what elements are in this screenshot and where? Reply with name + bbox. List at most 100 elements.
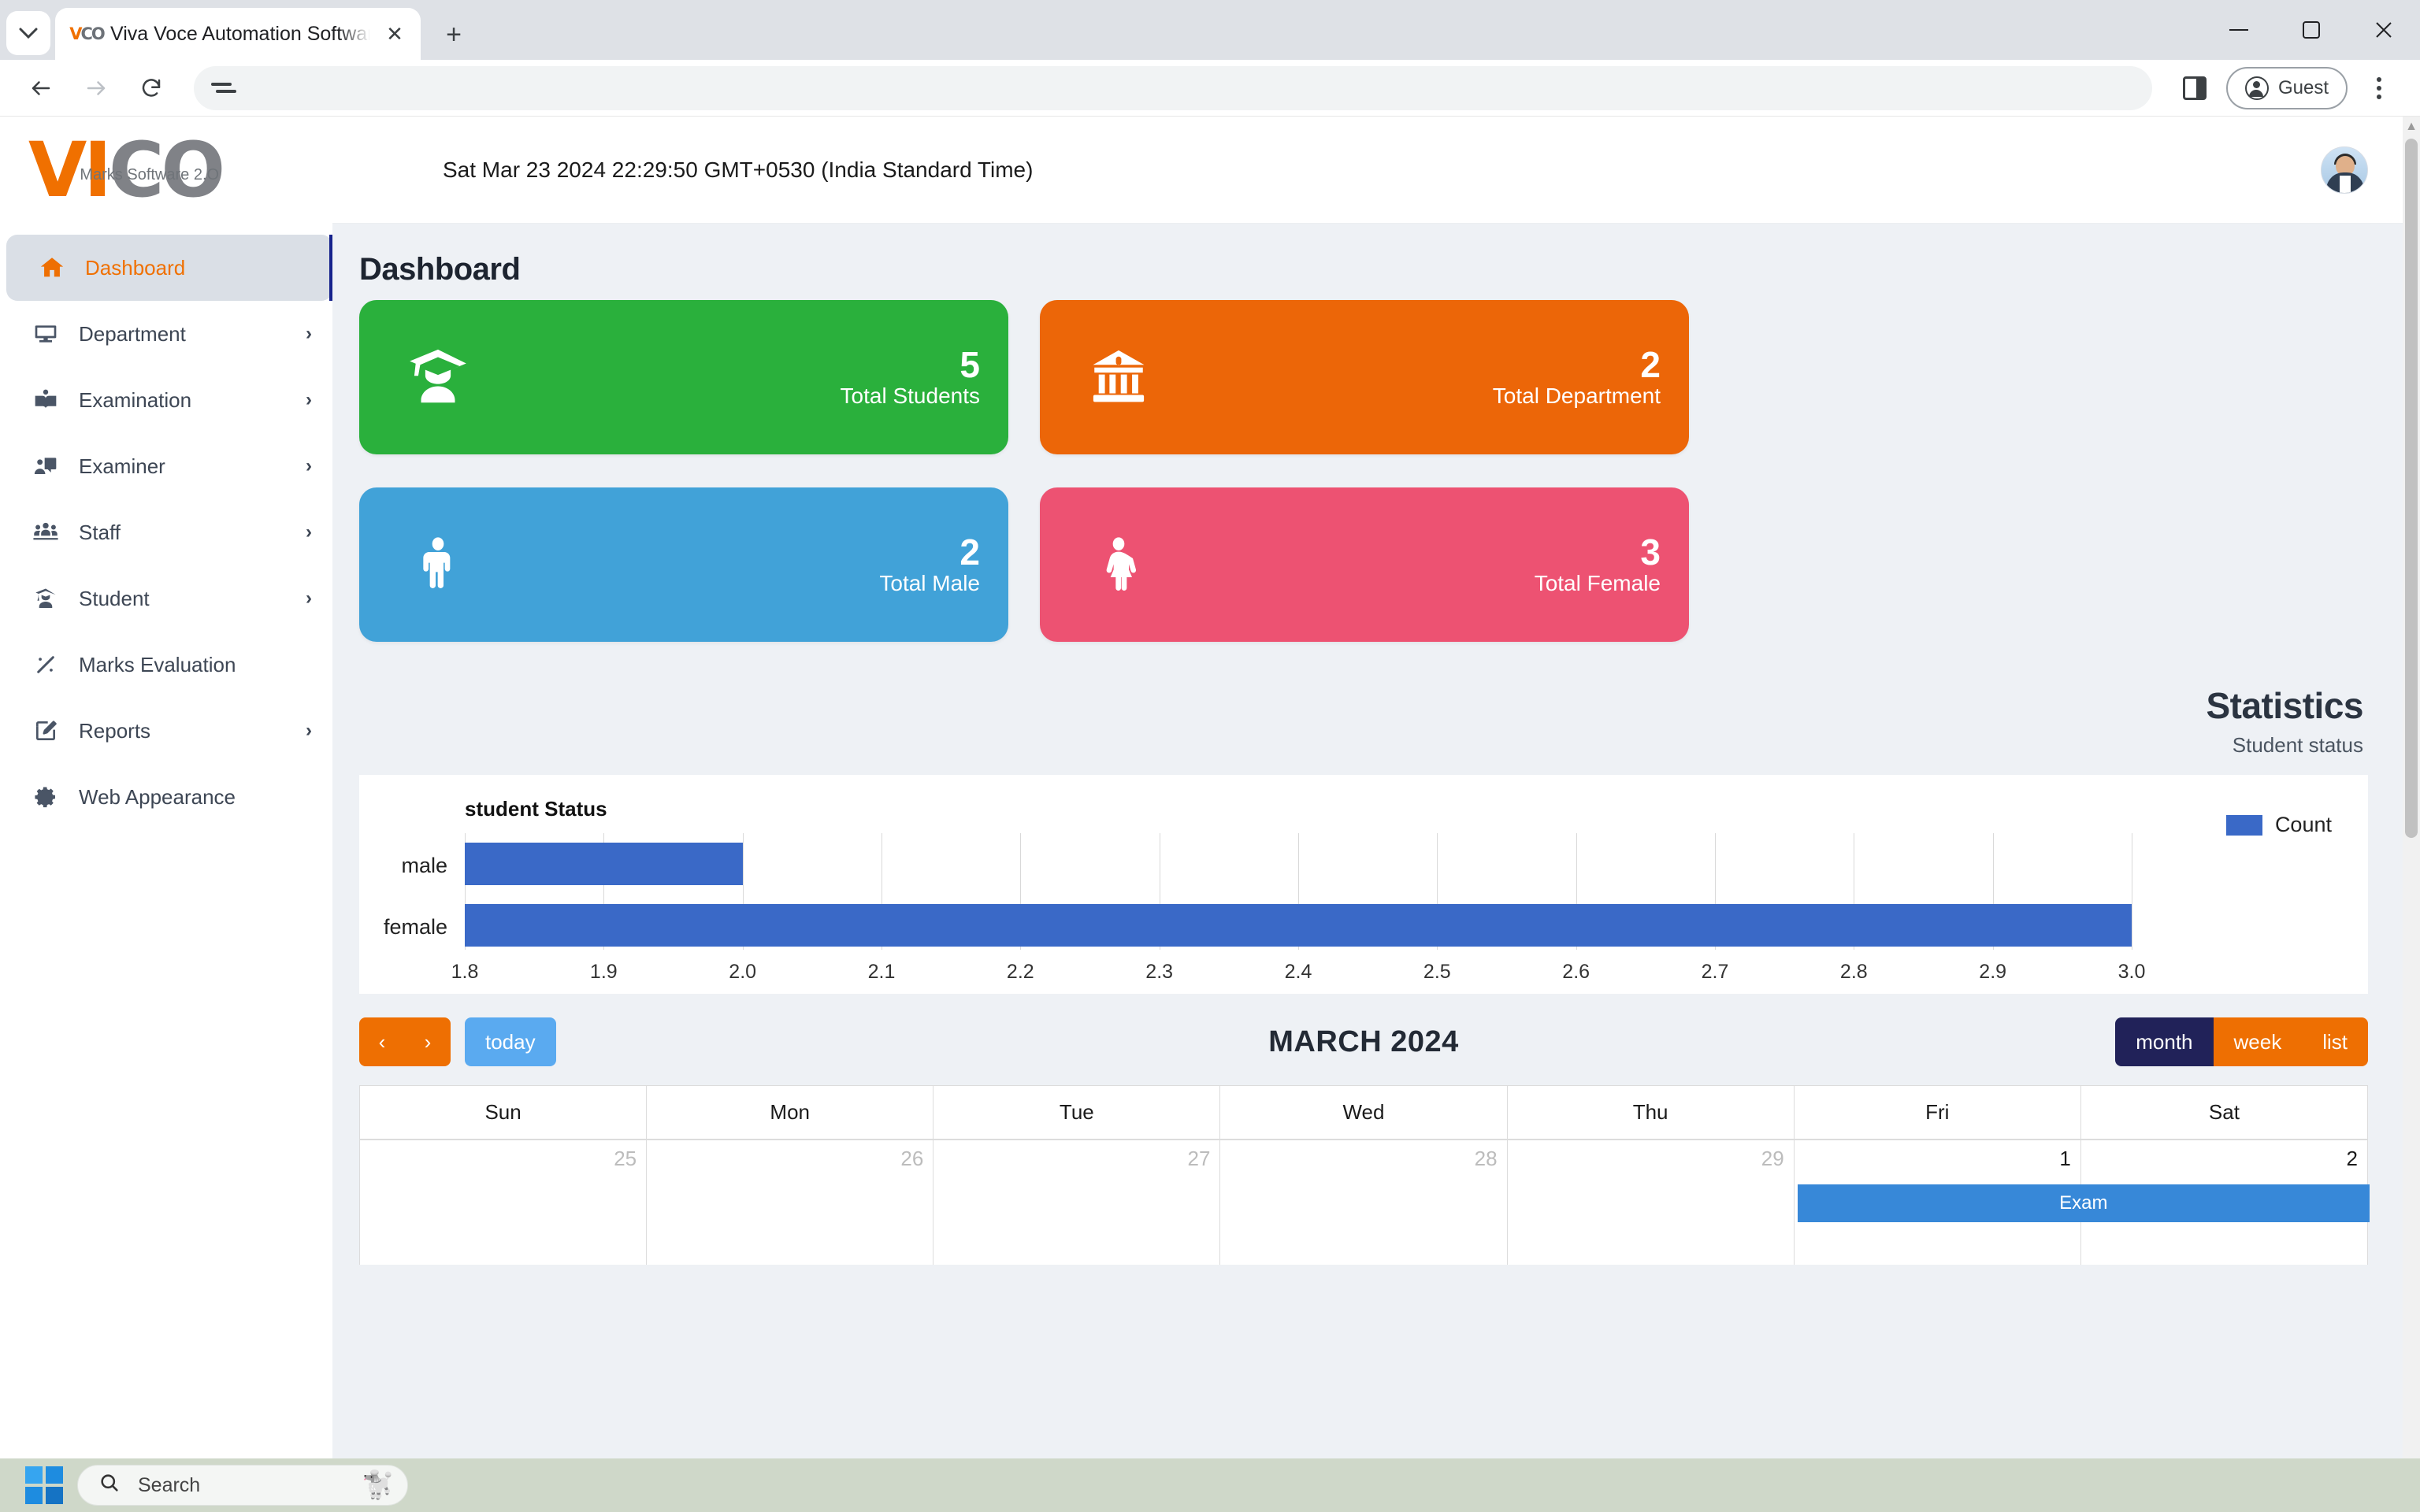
- search-icon: [98, 1472, 121, 1499]
- calendar-view-month[interactable]: month: [2115, 1017, 2214, 1066]
- dog-widget-icon[interactable]: 🐩: [362, 1469, 395, 1501]
- calendar-date: 2: [2346, 1147, 2358, 1170]
- taskbar-search[interactable]: Search 🐩: [77, 1465, 408, 1506]
- calendar-next-button[interactable]: ›: [405, 1017, 451, 1066]
- windows-start-icon[interactable]: [25, 1466, 63, 1504]
- chart-legend[interactable]: Count: [2225, 813, 2332, 837]
- stat-label: Total Students: [840, 384, 980, 409]
- sidebar-item-department[interactable]: Department ›: [0, 301, 332, 367]
- calendar-cell[interactable]: 1 Exam: [1795, 1140, 2370, 1265]
- chevron-right-icon: ›: [306, 455, 312, 476]
- browser-menu-icon[interactable]: [2355, 65, 2403, 112]
- calendar-cell[interactable]: 27: [933, 1140, 1221, 1265]
- sidebar-label: Dashboard: [85, 255, 186, 280]
- xtick: 2.2: [1006, 961, 1034, 983]
- calendar-cell[interactable]: 28: [1220, 1140, 1508, 1265]
- calendar-week-row: 25 26 27 28 29 1 Exam 2: [360, 1139, 2370, 1265]
- sidebar-item-web-appearance[interactable]: Web Appearance: [0, 764, 332, 830]
- scrollbar-thumb[interactable]: [2405, 139, 2418, 838]
- statistics-header: Statistics Student status: [359, 642, 2368, 758]
- address-bar[interactable]: [194, 65, 2152, 110]
- percent-icon: [30, 649, 61, 680]
- xtick: 2.5: [1423, 961, 1451, 983]
- gear-icon: [30, 781, 61, 813]
- back-icon[interactable]: [17, 65, 65, 112]
- stat-card-total-male[interactable]: 2 Total Male: [359, 487, 1008, 642]
- calendar-view-list[interactable]: list: [2302, 1017, 2368, 1066]
- window-close-button[interactable]: [2348, 0, 2420, 60]
- browser-tab[interactable]: VCO Viva Voce Automation Software ✕: [55, 8, 421, 60]
- calendar-day-headers: Sun Mon Tue Wed Thu Fri Sat: [360, 1086, 2367, 1139]
- page-scrollbar[interactable]: ▲: [2403, 117, 2420, 1512]
- calendar: ‹ › today MARCH 2024 month week list Sun…: [359, 1014, 2370, 1265]
- calendar-prev-button[interactable]: ‹: [359, 1017, 405, 1066]
- sidebar-item-marks-evaluation[interactable]: Marks Evaluation: [0, 632, 332, 698]
- bar-female[interactable]: [465, 904, 2132, 947]
- sidebar-item-examiner[interactable]: Examiner ›: [0, 433, 332, 499]
- reload-icon[interactable]: [128, 65, 175, 112]
- male-icon: [391, 533, 485, 596]
- app-logo[interactable]: VICO Marks Software 2.O: [0, 117, 332, 224]
- maximize-button[interactable]: [2275, 0, 2348, 60]
- legend-label-count: Count: [2274, 813, 2332, 836]
- xtick: 1.9: [589, 961, 618, 983]
- xtick: 2.6: [1562, 961, 1590, 983]
- stat-label: Total Male: [879, 571, 980, 596]
- split-view-icon[interactable]: [2171, 65, 2218, 112]
- xtick: 2.8: [1839, 961, 1868, 983]
- calendar-day-header: Sun: [360, 1086, 648, 1139]
- bar-male[interactable]: [465, 843, 743, 885]
- sidebar-label: Reports: [79, 718, 151, 743]
- sidebar-item-reports[interactable]: Reports ›: [0, 698, 332, 764]
- calendar-date: 27: [1187, 1147, 1211, 1170]
- sidebar-item-examination[interactable]: Examination ›: [0, 367, 332, 433]
- xtick: 3.0: [2118, 961, 2146, 983]
- stat-card-total-female[interactable]: 3 Total Female: [1040, 487, 1689, 642]
- vico-favicon: VCO: [69, 24, 106, 43]
- calendar-date: 25: [614, 1147, 637, 1170]
- chevron-right-icon: ›: [306, 720, 312, 741]
- chevron-right-icon: ›: [306, 389, 312, 410]
- calendar-today-button[interactable]: today: [465, 1017, 556, 1066]
- stat-card-total-students[interactable]: 5 Total Students: [359, 300, 1008, 454]
- avatar[interactable]: [2321, 146, 2368, 194]
- calendar-date: 29: [1761, 1147, 1784, 1170]
- chart-title: student Status: [465, 797, 607, 821]
- calendar-view-week[interactable]: week: [2213, 1017, 2303, 1066]
- calendar-view-switcher: month week list: [2115, 1017, 2368, 1066]
- legend-swatch-count: [2225, 814, 2262, 836]
- calendar-cell[interactable]: 25: [360, 1140, 648, 1265]
- account-icon: [2244, 76, 2269, 100]
- calendar-cell[interactable]: 2: [2081, 1140, 2367, 1265]
- sidebar-menu: Dashboard Department › Examination › Exa…: [0, 224, 336, 830]
- sidebar-label: Examiner: [79, 454, 165, 478]
- profile-button[interactable]: Guest: [2225, 66, 2348, 109]
- stat-value: 3: [1640, 531, 1661, 573]
- tab-search-button[interactable]: [6, 11, 50, 55]
- browser-chrome: VCO Viva Voce Automation Software ✕ + Gu…: [0, 0, 2420, 117]
- calendar-cell[interactable]: 29: [1508, 1140, 1795, 1265]
- xtick: 2.4: [1284, 961, 1312, 983]
- graduate-icon: [30, 583, 61, 614]
- chevron-right-icon: ›: [306, 521, 312, 543]
- minimize-button[interactable]: [2203, 0, 2275, 60]
- tab-strip: VCO Viva Voce Automation Software ✕ +: [0, 0, 2420, 60]
- sidebar-item-dashboard[interactable]: Dashboard: [6, 235, 336, 301]
- sidebar-item-staff[interactable]: Staff ›: [0, 499, 332, 565]
- forward-icon[interactable]: [72, 65, 120, 112]
- close-icon[interactable]: ✕: [381, 22, 408, 46]
- sidebar-item-student[interactable]: Student ›: [0, 565, 332, 632]
- chevron-right-icon: ›: [306, 587, 312, 609]
- current-datetime: Sat Mar 23 2024 22:29:50 GMT+0530 (India…: [443, 157, 1034, 182]
- stat-card-total-department[interactable]: 2 Total Department: [1040, 300, 1689, 454]
- scroll-up-icon[interactable]: ▲: [2403, 120, 2420, 134]
- new-tab-button[interactable]: +: [432, 13, 476, 57]
- calendar-day-header: Tue: [933, 1086, 1221, 1139]
- calendar-title: MARCH 2024: [1268, 1025, 1459, 1058]
- stat-value: 2: [959, 531, 980, 573]
- calendar-cell[interactable]: 26: [647, 1140, 934, 1265]
- axis-label-female: female: [383, 915, 447, 939]
- calendar-day-header: Thu: [1508, 1086, 1795, 1139]
- site-settings-icon[interactable]: [211, 83, 236, 93]
- windows-taskbar: Search 🐩: [0, 1458, 2420, 1512]
